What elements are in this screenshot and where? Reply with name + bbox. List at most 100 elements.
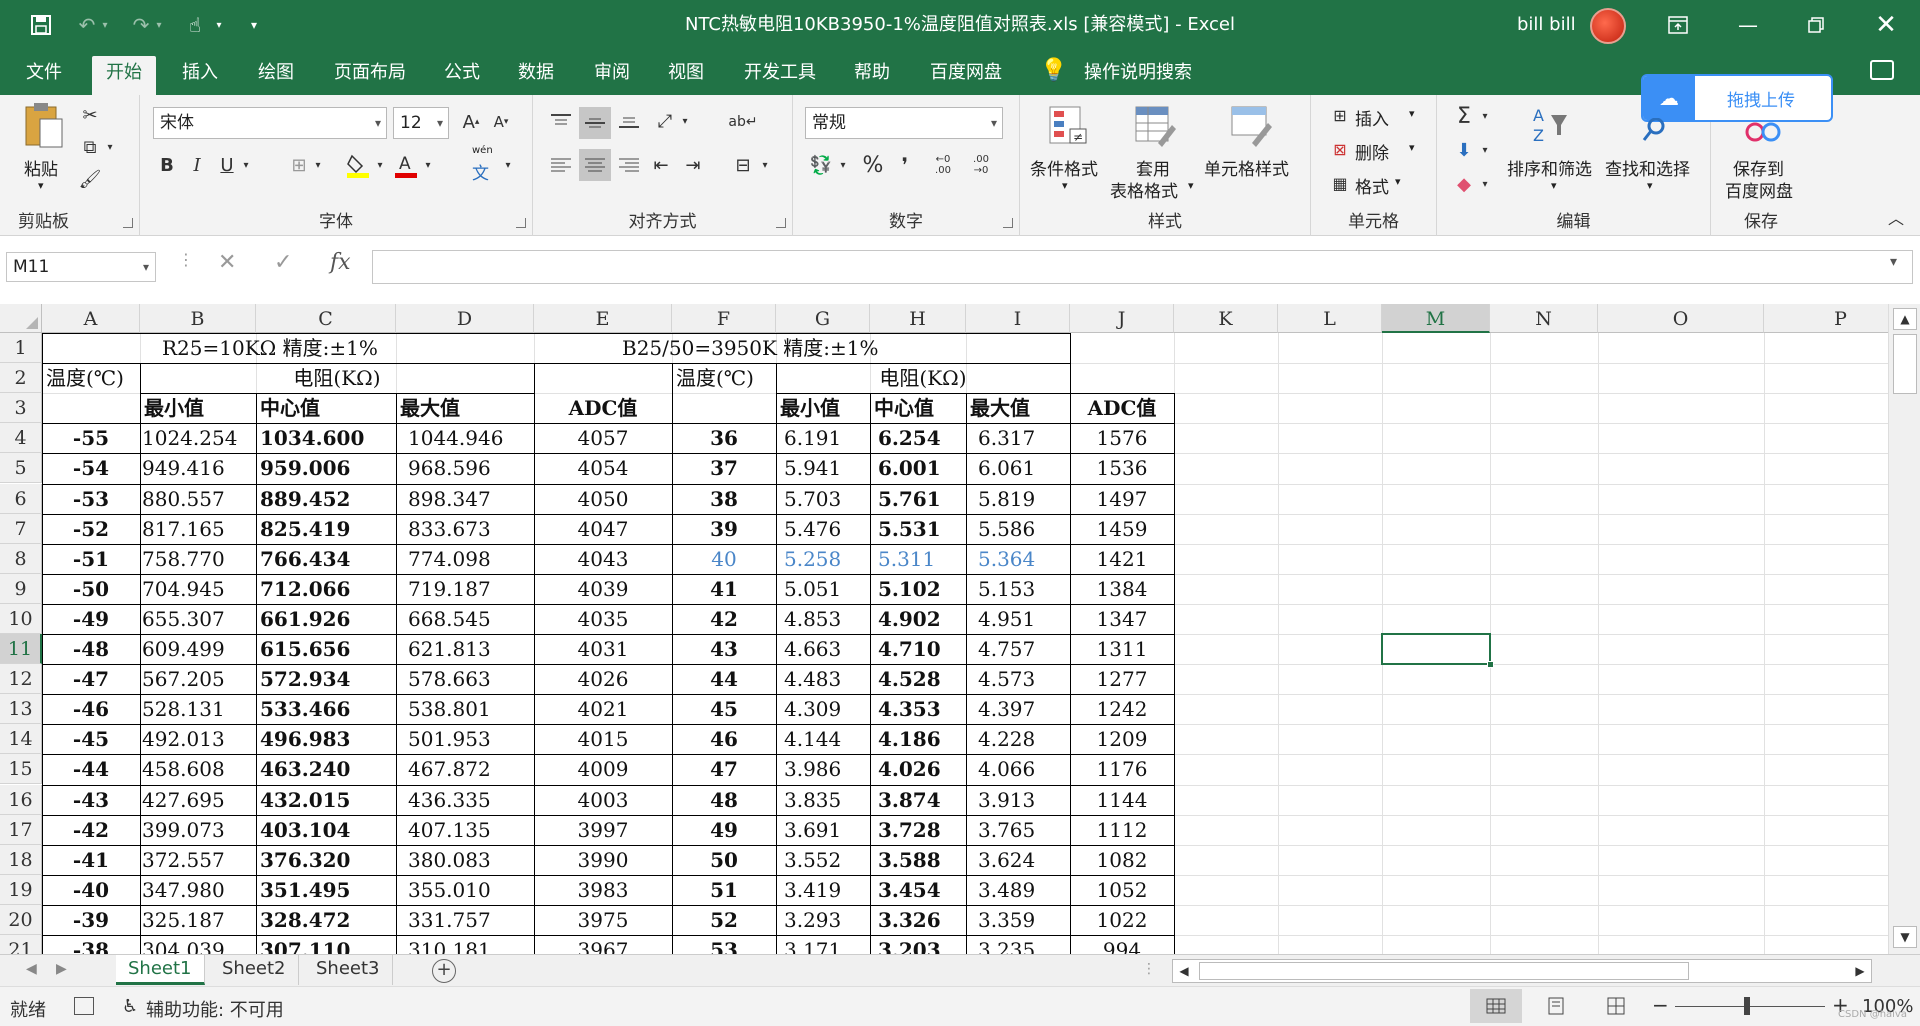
orientation-icon[interactable]: ⤢ (651, 107, 679, 135)
column-header-i[interactable]: I (966, 304, 1070, 333)
row-header-2[interactable]: 2 (0, 363, 42, 394)
comma-button[interactable]: ❜ (891, 151, 919, 179)
cell-c14[interactable]: 496.983 (256, 724, 396, 754)
tab-insert[interactable]: 插入 (168, 56, 232, 95)
cell-h6[interactable]: 5.761 (870, 484, 966, 514)
align-top-icon[interactable] (547, 107, 575, 135)
cell-f9[interactable]: 41 (672, 574, 776, 604)
scroll-down-icon[interactable]: ▼ (1893, 926, 1917, 948)
cell-f20[interactable]: 52 (672, 905, 776, 935)
cell-d13[interactable]: 538.801 (396, 694, 534, 724)
cell-b19[interactable]: 347.980 (140, 875, 256, 905)
cell-g9[interactable]: 5.051 (776, 574, 870, 604)
horizontal-scroll-thumb[interactable] (1199, 962, 1689, 980)
orientation-dropdown-icon[interactable]: ▾ (679, 111, 691, 131)
align-left-icon[interactable] (547, 151, 575, 179)
cell-f13[interactable]: 45 (672, 694, 776, 724)
cell-b16[interactable]: 427.695 (140, 785, 256, 815)
cell-i10[interactable]: 4.951 (966, 604, 1070, 634)
cell-f1[interactable]: B25/50=3950K 精度:±1% (622, 333, 1124, 363)
sort-filter-icon[interactable]: AZ (1529, 103, 1573, 147)
lightbulb-icon[interactable]: 💡 (1040, 58, 1067, 83)
underline-button[interactable]: U (214, 151, 240, 179)
page-layout-view-icon[interactable] (1530, 989, 1582, 1023)
column-header-h[interactable]: H (870, 304, 966, 333)
cell-h8[interactable]: 5.311 (870, 544, 966, 574)
cell-d12[interactable]: 578.663 (396, 664, 534, 694)
row-header-16[interactable]: 16 (0, 784, 42, 815)
phonetic-icon[interactable]: 文 (472, 159, 489, 184)
fill-color-dropdown-icon[interactable]: ▾ (374, 155, 386, 175)
cell-e19[interactable]: 3983 (534, 875, 672, 905)
cell-d5[interactable]: 968.596 (396, 453, 534, 483)
autosum-icon[interactable]: Σ (1451, 103, 1477, 129)
format-as-table-icon[interactable] (1132, 103, 1176, 147)
wrap-text-icon[interactable]: ab↵ (728, 105, 757, 139)
cell-f8[interactable]: 40 (672, 544, 776, 574)
accounting-dropdown-icon[interactable]: ▾ (837, 155, 849, 175)
cell-f12[interactable]: 44 (672, 664, 776, 694)
cell-c8[interactable]: 766.434 (256, 544, 396, 574)
delete-cells-dropdown-icon[interactable]: ▾ (1409, 141, 1415, 154)
cell-b5[interactable]: 949.416 (140, 453, 256, 483)
cell-j21[interactable]: 994 (1070, 935, 1174, 954)
row-header-7[interactable]: 7 (0, 513, 42, 544)
format-as-table-label-2[interactable]: 表格格式 (1110, 177, 1178, 202)
minimize-icon[interactable]: — (1720, 0, 1776, 50)
cell-a20[interactable]: -39 (42, 905, 140, 935)
paste-label[interactable]: 粘贴 (24, 155, 58, 180)
selected-cell-m11[interactable] (1381, 633, 1494, 669)
italic-button[interactable]: I (184, 151, 210, 179)
cell-i15[interactable]: 4.066 (966, 754, 1070, 784)
cell-h15[interactable]: 4.026 (870, 754, 966, 784)
cell-h7[interactable]: 5.531 (870, 514, 966, 544)
tab-page-layout[interactable]: 页面布局 (320, 56, 420, 95)
fill-color-icon[interactable] (344, 151, 372, 179)
clipboard-launcher-icon[interactable] (123, 218, 133, 228)
decrease-decimal-button[interactable]: .00 →0 (965, 151, 997, 179)
row-header-5[interactable]: 5 (0, 453, 42, 484)
cell-b8[interactable]: 758.770 (140, 544, 256, 574)
collapse-ribbon-icon[interactable]: ︿ (1884, 207, 1908, 228)
cell-d6[interactable]: 898.347 (396, 484, 534, 514)
cell-b10[interactable]: 655.307 (140, 604, 256, 634)
cell-a1[interactable]: R25=10KΩ 精度:±1% (42, 333, 672, 363)
cell-c16[interactable]: 432.015 (256, 785, 396, 815)
tab-developer[interactable]: 开发工具 (730, 56, 830, 95)
cell-j6[interactable]: 1497 (1070, 484, 1174, 514)
row-header-21[interactable]: 21 (0, 935, 42, 954)
cell-f19[interactable]: 51 (672, 875, 776, 905)
redo-dropdown-icon[interactable]: ▾ (152, 10, 166, 40)
find-select-label[interactable]: 查找和选择 (1605, 155, 1690, 180)
cell-b7[interactable]: 817.165 (140, 514, 256, 544)
add-sheet-button[interactable]: + (432, 959, 456, 983)
accessibility-icon[interactable]: ♿ (122, 996, 138, 1017)
cell-i9[interactable]: 5.153 (966, 574, 1070, 604)
cell-f5[interactable]: 37 (672, 453, 776, 483)
cell-g18[interactable]: 3.552 (776, 845, 870, 875)
alignment-launcher-icon[interactable] (776, 218, 786, 228)
ribbon-display-options-icon[interactable] (1650, 0, 1706, 50)
column-header-n[interactable]: N (1490, 304, 1598, 333)
next-sheet-icon[interactable]: ▶ (56, 961, 67, 977)
avatar[interactable] (1590, 8, 1626, 44)
cell-e14[interactable]: 4015 (534, 724, 672, 754)
cell-i13[interactable]: 4.397 (966, 694, 1070, 724)
formula-input[interactable] (372, 250, 1913, 284)
cell-j11[interactable]: 1311 (1070, 634, 1174, 664)
cell-h14[interactable]: 4.186 (870, 724, 966, 754)
format-cells-dropdown-icon[interactable]: ▾ (1395, 175, 1401, 188)
cell-f6[interactable]: 38 (672, 484, 776, 514)
row-header-17[interactable]: 17 (0, 814, 42, 845)
cell-i11[interactable]: 4.757 (966, 634, 1070, 664)
cell-f10[interactable]: 42 (672, 604, 776, 634)
tab-formulas[interactable]: 公式 (430, 56, 494, 95)
cell-g3[interactable]: 最小值 (776, 393, 870, 423)
cell-d11[interactable]: 621.813 (396, 634, 534, 664)
cell-d18[interactable]: 380.083 (396, 845, 534, 875)
cell-c11[interactable]: 615.656 (256, 634, 396, 664)
expand-formula-bar-icon[interactable]: ▾ (1890, 254, 1897, 270)
tab-draw[interactable]: 绘图 (244, 56, 308, 95)
cell-i6[interactable]: 5.819 (966, 484, 1070, 514)
cell-g5[interactable]: 5.941 (776, 453, 870, 483)
